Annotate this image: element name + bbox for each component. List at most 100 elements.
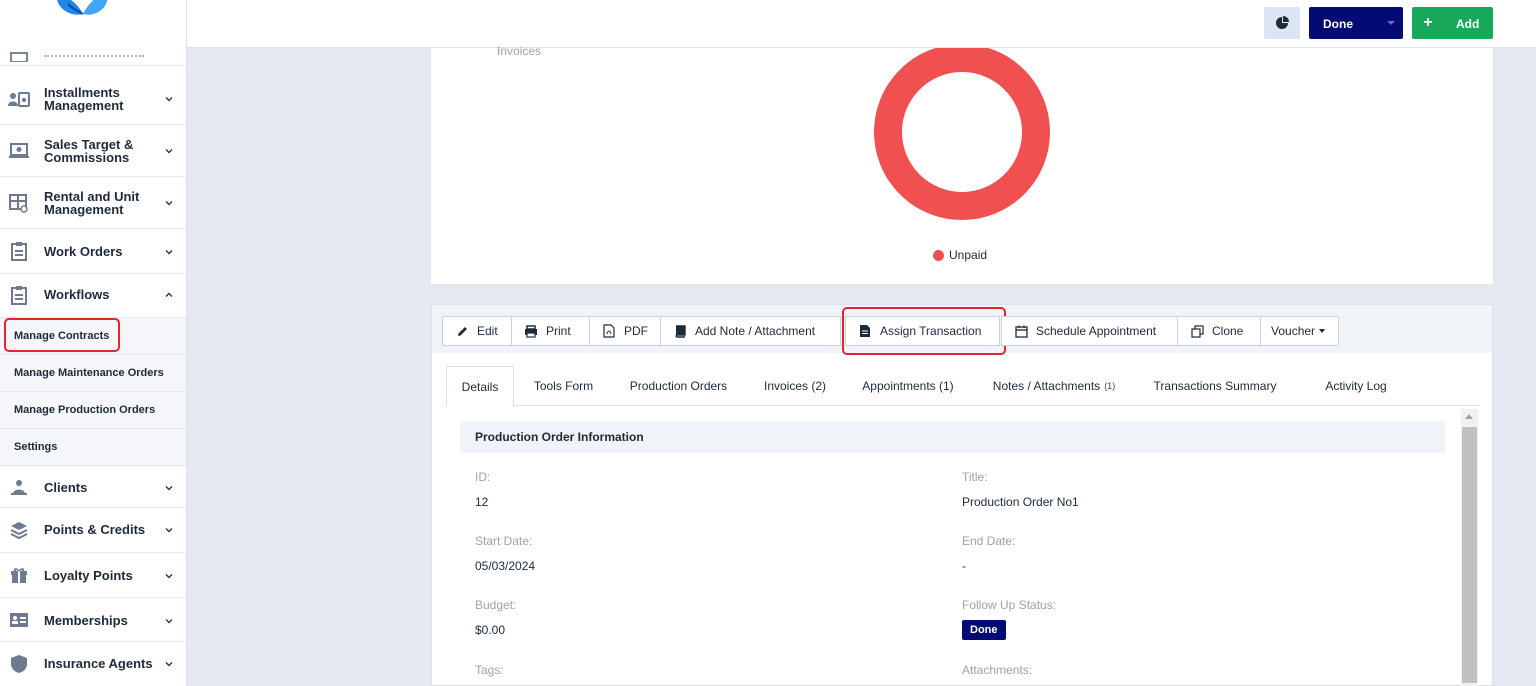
tab-tools-form[interactable]: Tools Form xyxy=(516,366,611,406)
sidebar-item-label: Work Orders xyxy=(44,244,123,259)
voucher-dropdown[interactable]: Voucher xyxy=(1260,316,1339,346)
sidebar-item-memberships[interactable]: Memberships xyxy=(0,598,186,642)
tab-production-orders[interactable]: Production Orders xyxy=(611,366,746,406)
status-dropdown-button[interactable]: Done xyxy=(1309,7,1403,39)
caret-down-icon xyxy=(1387,21,1395,25)
tab-count: (1) xyxy=(1104,381,1116,391)
tab-transactions-summary[interactable]: Transactions Summary xyxy=(1136,366,1294,406)
schedule-appointment-button[interactable]: Schedule Appointment xyxy=(1001,316,1178,346)
chevron-down-icon xyxy=(165,149,173,154)
assign-transaction-label: Assign Transaction xyxy=(880,324,982,338)
print-button[interactable]: Print xyxy=(511,316,590,346)
sidebar-item-sales-target[interactable]: Sales Target & Commissions xyxy=(0,125,186,177)
rental-icon xyxy=(8,192,30,214)
donut-slice-unpaid xyxy=(874,48,1050,220)
chart-legend: Unpaid xyxy=(933,248,987,262)
edit-button[interactable]: Edit xyxy=(442,316,512,346)
sidebar-item-label: Installments Management xyxy=(44,85,124,113)
sidebar-item-label: Workflows xyxy=(44,287,110,302)
add-label: Add xyxy=(1456,17,1480,31)
end-date-label: End Date: xyxy=(962,534,1016,548)
legend-label: Unpaid xyxy=(949,248,988,262)
tags-label: Tags: xyxy=(475,663,504,677)
membership-card-icon xyxy=(8,609,30,631)
sidebar-item-label: Insurance Agents xyxy=(44,656,153,671)
chevron-down-icon xyxy=(165,619,173,624)
chevron-down-icon xyxy=(165,201,173,206)
add-button[interactable]: + Add xyxy=(1412,7,1493,39)
budget-value: $0.00 xyxy=(475,623,506,637)
title-value: Production Order No1 xyxy=(962,495,1079,509)
voucher-label: Voucher xyxy=(1271,324,1316,338)
tab-invoices[interactable]: Invoices (2) xyxy=(746,366,844,406)
sidebar-item-label: Memberships xyxy=(44,613,128,628)
sidebar-item-loyalty-points[interactable]: Loyalty Points xyxy=(0,553,186,598)
chevron-down-icon xyxy=(165,486,173,491)
title-label: Title: xyxy=(962,470,988,484)
copy-icon xyxy=(1190,324,1204,338)
content-scrollbar[interactable] xyxy=(1461,409,1478,686)
printer-icon xyxy=(524,324,538,338)
budget-label: Budget: xyxy=(475,598,517,612)
tab-label: Transactions Summary xyxy=(1153,379,1277,393)
sub-item-manage-contracts[interactable]: Manage Contracts xyxy=(0,318,186,355)
detail-tabs: Details Tools Form Production Orders Inv… xyxy=(446,366,1480,407)
sidebar-item-insurance-agents[interactable]: Insurance Agents xyxy=(0,642,186,686)
partial-nav-item[interactable] xyxy=(0,38,186,66)
add-note-button[interactable]: Add Note / Attachment xyxy=(660,316,841,346)
add-note-label: Add Note / Attachment xyxy=(695,324,816,338)
scroll-up-arrow-icon[interactable] xyxy=(1465,414,1473,419)
sub-item-label: Settings xyxy=(14,441,58,453)
invoices-chart-card: Invoices Unpaid xyxy=(431,44,1493,284)
end-date-value: - xyxy=(962,559,966,573)
sidebar-item-label: Clients xyxy=(44,480,88,495)
chevron-down-icon xyxy=(165,662,173,667)
layers-icon xyxy=(8,519,30,541)
pdf-file-icon xyxy=(602,324,616,338)
assign-transaction-button[interactable]: Assign Transaction xyxy=(845,316,1000,346)
status-label: Done xyxy=(1323,17,1353,31)
scrollbar-thumb[interactable] xyxy=(1462,427,1477,683)
clone-button[interactable]: Clone xyxy=(1177,316,1261,346)
production-order-card: Edit Print PDF Add Note / Attachment Ass… xyxy=(431,304,1493,686)
follow-up-status-label: Follow Up Status: xyxy=(962,598,1057,612)
section-header: Production Order Information xyxy=(460,421,1445,453)
tab-label: Production Orders xyxy=(629,379,728,393)
attachments-label: Attachments: xyxy=(962,663,1033,677)
tab-label: Appointments (1) xyxy=(862,379,954,393)
sub-item-manage-production-orders[interactable]: Manage Production Orders xyxy=(0,392,186,429)
sub-item-label: Manage Production Orders xyxy=(14,404,156,416)
sub-item-manage-maintenance-orders[interactable]: Manage Maintenance Orders xyxy=(0,355,186,392)
tab-details[interactable]: Details xyxy=(446,366,514,407)
clients-icon xyxy=(8,476,30,498)
sidebar-item-rental[interactable]: Rental and Unit Management xyxy=(0,177,186,229)
pdf-button[interactable]: PDF xyxy=(589,316,661,346)
invoices-donut-chart xyxy=(874,48,1050,220)
gift-icon xyxy=(8,564,30,586)
statistics-button[interactable] xyxy=(1264,7,1300,39)
sidebar-item-clients[interactable]: Clients xyxy=(0,466,186,508)
tab-notes-attachments[interactable]: Notes / Attachments (1) xyxy=(972,366,1136,406)
sidebar-item-installments[interactable]: Installments Management xyxy=(0,73,186,125)
butterfly-logo xyxy=(57,0,108,15)
tab-activity-log[interactable]: Activity Log xyxy=(1294,366,1418,406)
sidebar-item-label: Rental and Unit Management xyxy=(44,189,140,217)
chevron-down-icon xyxy=(165,574,173,579)
tab-appointments[interactable]: Appointments (1) xyxy=(844,366,972,406)
tab-label: Activity Log xyxy=(1325,379,1387,393)
sub-item-settings[interactable]: Settings xyxy=(0,429,186,466)
id-value: 12 xyxy=(475,495,489,509)
sidebar-item-workflows[interactable]: Workflows xyxy=(0,274,186,318)
chevron-down-icon xyxy=(165,97,173,102)
book-icon xyxy=(673,324,687,338)
sub-item-label: Manage Contracts xyxy=(14,330,110,342)
sidebar-item-work-orders[interactable]: Work Orders xyxy=(0,229,186,274)
sidebar-item-label: Points & Credits xyxy=(44,522,146,537)
shield-icon xyxy=(8,653,30,675)
start-date-label: Start Date: xyxy=(475,534,533,548)
clipboard-icon xyxy=(8,240,30,262)
print-label: Print xyxy=(546,324,571,338)
sidebar-item-points-credits[interactable]: Points & Credits xyxy=(0,508,186,553)
caret-down-icon xyxy=(1319,329,1326,333)
plus-icon: + xyxy=(1423,14,1433,31)
